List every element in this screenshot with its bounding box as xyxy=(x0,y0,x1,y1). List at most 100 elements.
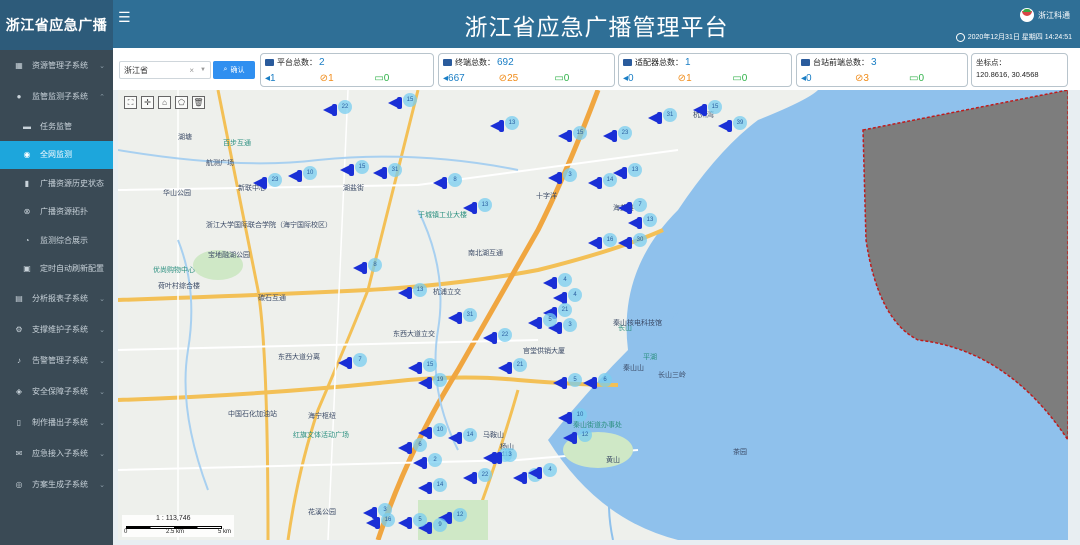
locate-icon[interactable]: ✛ xyxy=(141,96,154,109)
stat-label: 终端总数： xyxy=(455,58,495,67)
nav-label: 定时自动刷新配置 xyxy=(40,264,104,274)
trash-icon[interactable]: 🗑 xyxy=(192,96,205,109)
user-menu[interactable]: 浙江科通 xyxy=(1020,8,1070,22)
marker-count: 9 xyxy=(433,518,447,532)
speaker-body xyxy=(457,432,462,444)
report-icon: ▤ xyxy=(15,294,23,303)
region-select[interactable]: 浙江省 × ▼ xyxy=(119,61,211,79)
nav-label: 分析报表子系统 xyxy=(32,294,88,303)
speaker-body xyxy=(522,472,527,484)
region-value: 浙江省 xyxy=(124,65,148,75)
speaker-body xyxy=(552,277,557,289)
speaker-body xyxy=(567,130,572,142)
nav-production[interactable]: ▯ 制作播出子系统 ⌄ xyxy=(0,407,113,438)
marker-count: 13 xyxy=(505,116,519,130)
speaker-body xyxy=(349,164,354,176)
place-label: 花溪公园 xyxy=(308,509,336,516)
map-view[interactable]: ⛶ ✛ ⌂ ⬠ 🗑 湖塘 百步互通 航测广场 华山公园 浙江大学国际联合学院（海宁国际校… xyxy=(118,90,1068,540)
nav-monitoring[interactable]: ● 监管监测子系统 ⌃ xyxy=(0,81,113,112)
nav-refresh-config[interactable]: ▣ 定时自动刷新配置 xyxy=(0,255,113,284)
speaker-body xyxy=(627,237,632,249)
marker-count: 14 xyxy=(603,173,617,187)
speaker-body xyxy=(562,377,567,389)
avatar xyxy=(1020,8,1034,22)
polygon-icon[interactable]: ⬠ xyxy=(175,96,188,109)
marker-count: 22 xyxy=(498,328,512,342)
chevron-down-icon: ⌄ xyxy=(99,450,105,458)
place-label: 湖塘 xyxy=(178,134,192,141)
speaker-body xyxy=(407,442,412,454)
marker-count: 13 xyxy=(478,198,492,212)
nav-topology[interactable]: ⊗ 广播资源拓扑 xyxy=(0,198,113,227)
speaker-body xyxy=(537,467,542,479)
stat-fault: 1 xyxy=(686,73,692,84)
speaker-body xyxy=(297,170,302,182)
bar-chart-icon: ▮ xyxy=(24,178,30,188)
marker-count: 13 xyxy=(643,213,657,227)
brand-title: 浙江省应急广播 xyxy=(0,0,113,50)
nav-list: ▦ 资源管理子系统 ⌄ ● 监管监测子系统 ⌃ ▬ 任务监管 ◉ 全网监测 ▮ 广播资源历史状… xyxy=(0,50,113,500)
chevron-down-icon: ⌄ xyxy=(99,388,105,396)
nav-overview[interactable]: ◔ 监测综合展示 xyxy=(0,226,113,255)
nav-alarm[interactable]: ♪ 告警管理子系统 ⌄ xyxy=(0,345,113,376)
stat-online: 1 xyxy=(270,73,276,84)
nav-task-supervision[interactable]: ▬ 任务监管 xyxy=(0,112,113,141)
clear-icon[interactable]: × xyxy=(189,66,194,75)
marker-count: 22 xyxy=(338,100,352,114)
marker-count: 23 xyxy=(618,126,632,140)
speaker-body xyxy=(499,120,504,132)
fullscreen-icon[interactable]: ⛶ xyxy=(124,96,137,109)
nav-resource-management[interactable]: ▦ 资源管理子系统 ⌄ xyxy=(0,50,113,81)
datetime-display: 2020年12月31日 星期四 14:24:51 xyxy=(955,32,1072,42)
marker-count: 4 xyxy=(558,273,572,287)
place-label: 平湖 xyxy=(643,354,657,361)
user-name: 浙江科通 xyxy=(1038,10,1070,20)
nav-emergency-access[interactable]: ✉ 应急接入子系统 ⌄ xyxy=(0,438,113,469)
terminal-icon xyxy=(443,59,452,66)
nav-security[interactable]: ◈ 安全保障子系统 ⌄ xyxy=(0,376,113,407)
place-label: 东西大道立交 xyxy=(393,331,435,338)
production-icon: ▯ xyxy=(16,418,22,427)
idle-icon: ▭ xyxy=(554,73,564,84)
home-icon[interactable]: ⌂ xyxy=(158,96,171,109)
scale-end: 5 km xyxy=(218,529,232,535)
place-label: 红旗文体活动广场 xyxy=(293,432,349,439)
nav-maintenance[interactable]: ⚙ 支撑维护子系统 ⌄ xyxy=(0,314,113,345)
clock-icon xyxy=(955,32,965,42)
chevron-down-icon: ⌄ xyxy=(99,295,105,303)
stat-online: 0 xyxy=(628,73,634,84)
nav-report[interactable]: ▤ 分析报表子系统 ⌄ xyxy=(0,283,113,314)
place-label: 浙江大学国际联合学院（海宁国际校区） xyxy=(206,222,332,229)
marker-count: 15 xyxy=(403,93,417,107)
place-label: 百步互通 xyxy=(223,140,251,147)
stat-label: 平台总数： xyxy=(277,58,317,67)
nav-label: 广播资源拓扑 xyxy=(40,207,88,217)
marker-count: 15 xyxy=(708,100,722,114)
speaker-body xyxy=(382,167,387,179)
marker-count: 13 xyxy=(413,283,427,297)
stat-fault: 25 xyxy=(507,73,519,84)
place-label: 马鞍山 xyxy=(483,432,504,439)
stat-fault: 3 xyxy=(863,73,869,84)
confirm-button[interactable]: ⌕ 确认 xyxy=(213,61,255,79)
marker-count: 3 xyxy=(503,448,517,462)
marker-count: 13 xyxy=(628,163,642,177)
warning-icon: ⊘ xyxy=(498,73,508,84)
map-toolbar: ⛶ ✛ ⌂ ⬠ 🗑 xyxy=(124,96,209,109)
marker-count: 10 xyxy=(573,408,587,422)
nav-plan[interactable]: ◎ 方案生成子系统 ⌄ xyxy=(0,469,113,500)
place-label: 荷叶村综合楼 xyxy=(158,283,200,290)
speaker-body xyxy=(597,177,602,189)
caret-down-icon[interactable]: ▼ xyxy=(200,67,206,73)
resource-icon: ▦ xyxy=(15,61,23,70)
marker-count: 5 xyxy=(543,313,557,327)
place-label: 于城镇工业大楼 xyxy=(418,212,467,219)
speaker-body xyxy=(612,130,617,142)
nav-network-monitoring[interactable]: ◉ 全网监测 xyxy=(0,140,113,169)
place-label: 杭浦立交 xyxy=(433,289,461,296)
nav-label: 监测综合展示 xyxy=(40,235,88,245)
marker-count: 6 xyxy=(413,438,427,452)
nav-history-status[interactable]: ▮ 广播资源历史状态 xyxy=(0,169,113,198)
stat-station: 台站前端总数： 3 ◂0 ⊘3 ▭0 xyxy=(796,53,968,87)
chevron-up-icon: ⌃ xyxy=(99,93,105,101)
